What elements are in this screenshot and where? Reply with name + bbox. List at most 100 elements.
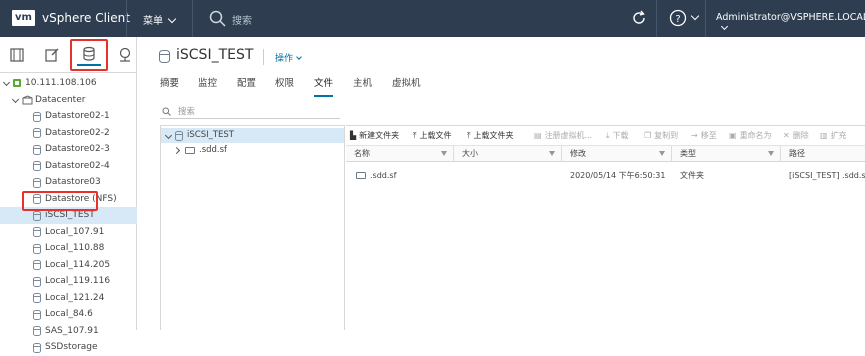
tree-item-datastore[interactable]: SSDstorage <box>0 339 137 356</box>
datastore-icon <box>33 276 41 287</box>
networking-icon[interactable] <box>117 47 133 63</box>
tab-summary[interactable]: 摘要 <box>160 75 179 97</box>
tree-item-datastore[interactable]: Local_121.24 <box>0 290 137 307</box>
search-icon[interactable] <box>209 10 226 27</box>
datastore-icon <box>33 210 41 221</box>
filter-icon[interactable] <box>441 151 447 156</box>
column-label: 名称 <box>354 149 370 158</box>
cell-type: 文件夹 <box>680 171 704 180</box>
tab-hosts[interactable]: 主机 <box>353 75 372 97</box>
file-tree-item-folder[interactable]: .sdd.sf <box>161 143 344 158</box>
tree-item-label: Local_110.88 <box>45 243 105 253</box>
tree-item-label: SSDstorage <box>45 342 98 352</box>
column-header-path[interactable]: 路径 <box>781 146 865 162</box>
chevron-down-icon[interactable] <box>2 78 11 87</box>
register-vm-button[interactable]: ▤ 注册虚拟机... <box>534 130 592 141</box>
table-row[interactable]: .sdd.sf 2020/05/14 下午6:50:31 文件夹 [iSCSI_… <box>346 168 865 184</box>
column-label: 修改 <box>570 149 586 158</box>
column-header-modified[interactable]: 修改 <box>562 146 672 162</box>
copy-to-button[interactable]: ❐ 复制到 <box>644 130 678 141</box>
filter-icon[interactable] <box>549 151 555 156</box>
button-label: 扩充 <box>830 131 847 140</box>
datastore-icon <box>33 309 41 320</box>
tree-item-datastore[interactable]: SAS_107.91 <box>0 323 137 340</box>
filter-icon[interactable] <box>768 151 774 156</box>
menu-dropdown[interactable]: 菜单 <box>143 12 177 27</box>
button-label: 移至 <box>700 131 717 140</box>
column-label: 类型 <box>680 149 696 158</box>
upload-file-icon: ⤒ <box>413 131 417 140</box>
tree-item-datastore[interactable]: Datastore02-3 <box>0 141 137 158</box>
refresh-icon[interactable] <box>631 10 647 26</box>
tree-item-datastore[interactable]: Datastore02-1 <box>0 108 137 125</box>
tree-item-datacenter[interactable]: Datacenter <box>0 92 137 109</box>
svg-text:?: ? <box>675 14 680 25</box>
button-label: 新建文件夹 <box>359 131 400 140</box>
chevron-right-icon[interactable] <box>172 146 181 155</box>
filter-icon[interactable] <box>659 151 665 156</box>
datastore-icon <box>159 50 170 63</box>
header-divider <box>192 0 193 37</box>
tab-permissions[interactable]: 权限 <box>275 75 294 97</box>
column-label: 大小 <box>462 149 478 158</box>
column-header-size[interactable]: 大小 <box>454 146 562 162</box>
tree-item-datastore[interactable]: Datastore02-4 <box>0 158 137 175</box>
top-header-bar: vm vSphere Client 菜单 搜索 ? Administrator@… <box>0 0 865 37</box>
tree-item-datastore[interactable]: Local_110.88 <box>0 240 137 257</box>
tree-item-datastore[interactable]: Local_119.116 <box>0 273 137 290</box>
vcenter-icon <box>13 79 21 87</box>
file-browser-grid: ▙ 新建文件夹 ⤒ 上载文件 ⤒ 上载文件夹 ▤ 注册虚拟机... ⤓ 下载 ❐ 复制到 →… <box>346 125 865 330</box>
chevron-down-icon[interactable] <box>164 131 173 140</box>
tree-item-datastore[interactable]: Datastore02-2 <box>0 125 137 142</box>
chevron-down-icon[interactable] <box>690 11 700 21</box>
datastore-icon <box>33 144 41 155</box>
tree-item-datastore[interactable]: Local_114.205 <box>0 257 137 274</box>
button-label: 复制到 <box>654 131 679 140</box>
tree-item-datastore[interactable]: Datastore03 <box>0 174 137 191</box>
button-label: 删除 <box>792 131 809 140</box>
tree-item-label: Datastore02-3 <box>45 144 110 154</box>
upload-file-button[interactable]: ⤒ 上载文件 <box>413 130 452 141</box>
move-to-button[interactable]: → 移至 <box>691 130 717 141</box>
chevron-down-icon[interactable] <box>11 95 20 103</box>
inflate-button[interactable]: ▥ 扩充 <box>820 130 847 141</box>
file-search-input[interactable]: 搜索 <box>160 105 340 119</box>
tree-item-label: Datastore03 <box>45 177 101 187</box>
cell-name: .sdd.sf <box>356 168 396 184</box>
tab-vms[interactable]: 虚拟机 <box>392 75 421 97</box>
help-icon[interactable]: ? <box>669 9 687 27</box>
vmware-logo[interactable]: vm <box>12 10 35 26</box>
tab-configure[interactable]: 配置 <box>237 75 256 97</box>
button-label: 上载文件夹 <box>473 131 514 140</box>
actions-menu[interactable]: 操作 <box>275 51 302 64</box>
upload-folder-button[interactable]: ⤒ 上载文件夹 <box>467 130 514 141</box>
datastore-file-tree: iSCSI_TEST .sdd.sf <box>160 125 345 330</box>
tab-files[interactable]: 文件 <box>314 75 334 97</box>
tab-monitor[interactable]: 监控 <box>198 75 217 97</box>
rename-button[interactable]: ▣ 重命名为 <box>729 130 772 141</box>
column-header-type[interactable]: 类型 <box>672 146 781 162</box>
datastore-icon <box>33 161 41 171</box>
tree-item-label: 10.111.108.106 <box>25 78 97 88</box>
vms-templates-icon[interactable] <box>44 47 60 63</box>
app-title[interactable]: vSphere Client <box>42 11 130 25</box>
user-menu[interactable]: Administrator@VSPHERE.LOCAL <box>716 12 865 34</box>
new-folder-button[interactable]: ▙ 新建文件夹 <box>350 130 399 141</box>
delete-button[interactable]: ✕ 删除 <box>783 130 809 141</box>
tree-item-datastore[interactable]: Local_107.91 <box>0 224 137 241</box>
column-header-name[interactable]: 名称 <box>346 146 454 162</box>
global-search-input[interactable]: 搜索 <box>232 12 252 27</box>
chevron-down-icon <box>720 22 729 31</box>
tree-item-datastore[interactable]: Local_84.6 <box>0 306 137 323</box>
tree-item-vcenter[interactable]: 10.111.108.106 <box>0 75 137 92</box>
datastore-icon <box>175 130 183 141</box>
button-label: 重命名为 <box>739 131 772 140</box>
tree-item-label: Local_119.116 <box>45 276 111 286</box>
file-tree-item-root[interactable]: iSCSI_TEST <box>161 128 344 143</box>
cell-path: [iSCSI_TEST] .sdd.sf <box>789 171 865 180</box>
copy-icon: ❐ <box>644 131 652 140</box>
user-name: Administrator@VSPHERE.LOCAL <box>716 12 865 23</box>
hosts-clusters-icon[interactable] <box>9 47 25 63</box>
new-folder-icon: ▙ <box>350 131 357 140</box>
download-button[interactable]: ⤓ 下载 <box>606 130 629 141</box>
